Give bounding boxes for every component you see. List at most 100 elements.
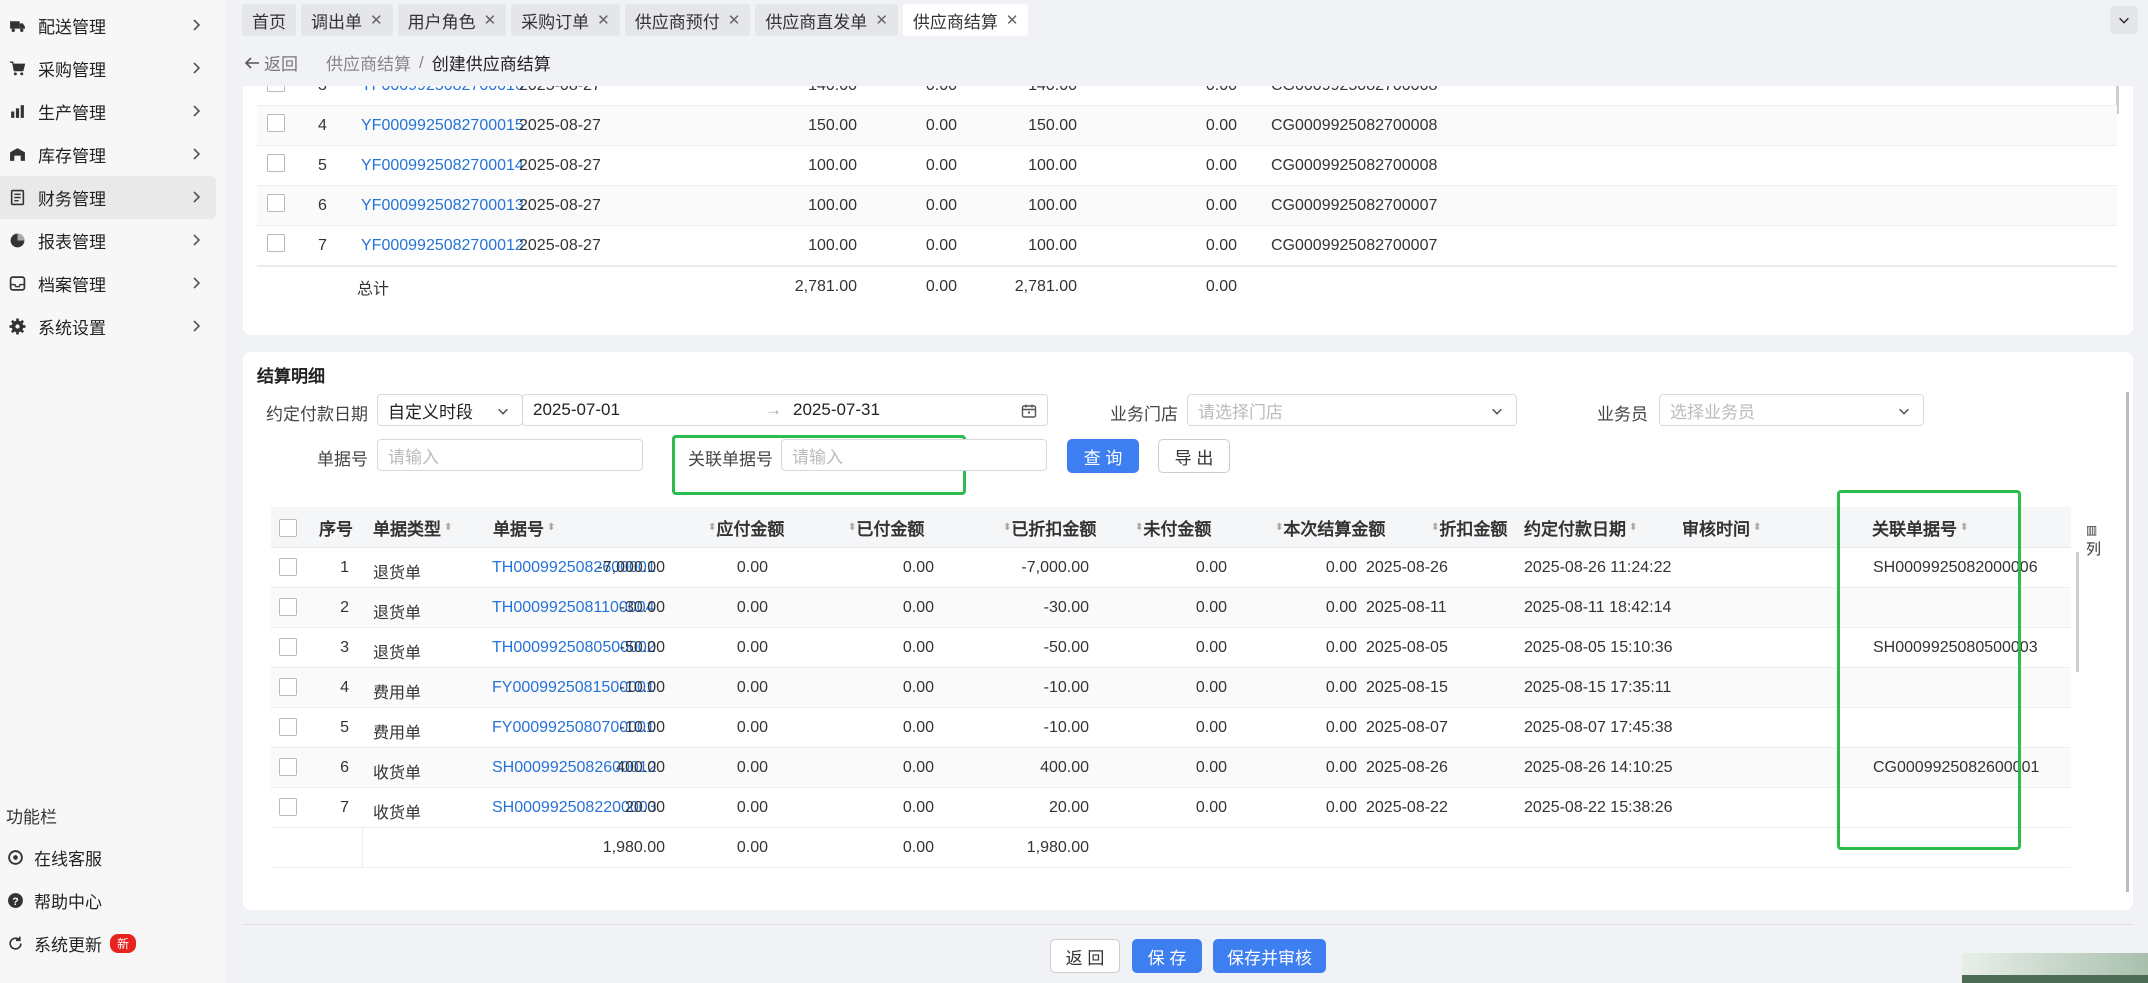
table-header: 序号 单据类型 ⬍ 单据号 ⬍ ⬍ 应付金额 ⬍ 已付金额 ⬍ 已折扣金额 ⬍ 未付金额 ⬍… (271, 507, 2071, 548)
sidebar-item-delivery[interactable]: 配送管理 (0, 4, 216, 47)
back-button[interactable]: 返 回 (1050, 939, 1120, 973)
scrollbar[interactable] (2126, 392, 2129, 892)
breadcrumb-current: 创建供应商结算 (431, 55, 551, 74)
row-checkbox[interactable] (267, 234, 285, 257)
close-icon[interactable]: ✕ (370, 11, 383, 29)
row-checkbox[interactable] (279, 558, 297, 581)
online-service-link[interactable]: 在线客服 (6, 842, 102, 872)
arrow-left-icon (244, 56, 259, 69)
column-header[interactable]: 单据类型 ⬍ (373, 507, 452, 548)
column-header[interactable]: ⬍ 折扣金额 (1428, 507, 1507, 548)
chevron-down-icon (2119, 17, 2129, 24)
table-cell: 2025-08-05 (1366, 639, 1448, 656)
row-checkbox[interactable] (279, 638, 297, 661)
row-checkbox[interactable] (279, 758, 297, 781)
row-checkbox[interactable] (267, 194, 285, 217)
export-button[interactable]: 导 出 (1158, 439, 1230, 473)
table-cell: 20.00 (1048, 799, 1089, 816)
related-no-input[interactable]: 请输入 (781, 439, 1047, 471)
query-button[interactable]: 查 询 (1067, 439, 1139, 473)
close-icon[interactable]: ✕ (484, 11, 497, 29)
document-link[interactable]: YF0009925082700013 (361, 197, 524, 215)
date-range-picker[interactable]: 2025-07-01 → 2025-07-31 (522, 394, 1048, 426)
close-icon[interactable]: ✕ (597, 11, 610, 29)
row-checkbox[interactable] (267, 114, 285, 137)
doc-no-placeholder: 请输入 (388, 447, 439, 467)
column-header[interactable]: ⬍ 已折扣金额 (1000, 507, 1096, 548)
breadcrumb-parent[interactable]: 供应商结算 (326, 50, 411, 75)
row-checkbox[interactable] (279, 718, 297, 741)
tab-user-roles[interactable]: 用户角色 ✕ (397, 4, 507, 36)
table-cell: 0.00 (1325, 559, 1357, 576)
document-link[interactable]: YF0009925082700015 (361, 117, 524, 135)
sidebar-item-label: 采购管理 (38, 61, 106, 80)
row-checkbox[interactable] (279, 798, 297, 821)
sidebar-item-settings[interactable]: 系统设置 (0, 305, 216, 348)
table-row: 4 YF0009925082700015 2025-08-27 150.00 0.00 1… (257, 106, 2117, 146)
sidebar-item-finance[interactable]: 财务管理 (0, 176, 216, 219)
tab-supplier-settlement[interactable]: 供应商结算 ✕ (902, 4, 1029, 36)
row-checkbox[interactable] (267, 154, 285, 177)
table-cell: 0.00 (736, 679, 768, 696)
close-icon[interactable]: ✕ (875, 11, 888, 29)
document-link[interactable]: YF0009925082700012 (361, 237, 524, 255)
close-icon[interactable]: ✕ (1006, 11, 1019, 29)
function-label: 系统更新 (34, 935, 102, 955)
calendar-icon (1021, 404, 1037, 418)
doc-no-input[interactable]: 请输入 (377, 439, 643, 471)
row-checkbox[interactable] (279, 678, 297, 701)
divider (362, 828, 363, 868)
settlement-source-table: 3YF00099250827000162025-08-27140.000.001… (243, 86, 2133, 335)
truck-icon (8, 17, 26, 35)
tab-transfer-out[interactable]: 调出单 ✕ (301, 4, 393, 36)
column-header[interactable]: 单据号 ⬍ (493, 507, 555, 548)
table-cell: -10.00 (1043, 719, 1089, 736)
back-link[interactable]: 返回 (244, 50, 298, 75)
chevron-down-icon (1492, 408, 1502, 415)
period-select[interactable]: 自定义时段 (377, 394, 523, 426)
column-header[interactable]: ⬍ 应付金额 (705, 507, 784, 548)
table-row: 1 退货单 TH0009925082600001 -7,000.00 0.00 0.00-… (271, 548, 2071, 588)
table-cell: 2025-08-15 (1366, 679, 1448, 696)
start-date[interactable]: 2025-07-01 (533, 400, 620, 420)
system-update-link[interactable]: 系统更新 新 (6, 928, 137, 958)
tab-menu-button[interactable] (2110, 6, 2138, 34)
doc-type: 费用单 (373, 685, 422, 702)
close-icon[interactable]: ✕ (728, 11, 741, 29)
breadcrumb: 返回 供应商结算 / 创建供应商结算 (244, 50, 551, 75)
sidebar-item-purchase[interactable]: 采购管理 (0, 47, 216, 90)
staff-select[interactable]: 选择业务员 (1659, 394, 1924, 426)
sidebar-item-production[interactable]: 生产管理 (0, 90, 216, 133)
tab-home[interactable]: 首页 (242, 4, 296, 36)
help-center-link[interactable]: ? 帮助中心 (6, 885, 102, 915)
table-cell: 140.00 (997, 86, 1077, 95)
scrollbar[interactable] (2076, 552, 2079, 672)
tab-supplier-prepay[interactable]: 供应商预付 ✕ (624, 4, 751, 36)
save-and-audit-button[interactable]: 保存并审核 (1213, 939, 1326, 973)
save-button[interactable]: 保 存 (1132, 939, 1202, 973)
table-cell: 2025-08-26 (1366, 559, 1448, 576)
end-date[interactable]: 2025-07-31 (793, 400, 880, 420)
column-header[interactable]: ⬍ 本次结算金额 (1272, 507, 1385, 548)
table-cell: 0.00 (1325, 679, 1357, 696)
total-cell: 1,980.00 (1026, 839, 1089, 856)
tab-supplier-direct[interactable]: 供应商直发单 ✕ (755, 4, 898, 36)
sidebar-item-inventory[interactable]: 库存管理 (0, 133, 216, 176)
column-header[interactable]: ⬍ 未付金额 (1132, 507, 1211, 548)
row-checkbox[interactable] (279, 598, 297, 621)
table-cell: 0.00 (902, 759, 934, 776)
column-header[interactable]: 约定付款日期 ⬍ (1524, 507, 1637, 548)
column-setting-button[interactable]: ▥ 列 (2086, 520, 2101, 560)
store-select[interactable]: 请选择门店 (1187, 394, 1517, 426)
column-header[interactable]: ⬍ 已付金额 (845, 507, 924, 548)
document-link[interactable]: YF0009925082700014 (361, 157, 524, 175)
table-cell: -30.00 (1043, 599, 1089, 616)
document-link[interactable]: YF0009925082700016 (361, 86, 524, 95)
row-index: 3 (318, 86, 327, 95)
sidebar-item-reports[interactable]: 报表管理 (0, 219, 216, 262)
sidebar-item-archive[interactable]: 档案管理 (0, 262, 216, 305)
row-checkbox[interactable] (267, 86, 285, 97)
column-header[interactable]: 审核时间 ⬍ (1682, 507, 1761, 548)
select-all-checkbox[interactable] (279, 507, 297, 548)
tab-purchase-orders[interactable]: 采购订单 ✕ (511, 4, 620, 36)
